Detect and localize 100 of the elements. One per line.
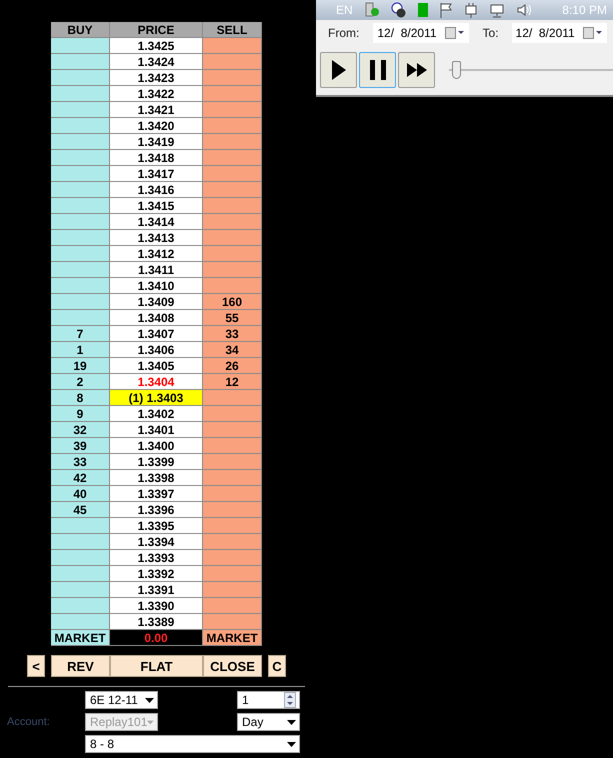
sell-cell[interactable] — [203, 150, 262, 166]
sell-cell[interactable] — [203, 566, 262, 582]
sell-cell[interactable] — [203, 406, 262, 422]
sell-cell[interactable] — [203, 134, 262, 150]
buy-cell[interactable] — [51, 182, 110, 198]
buy-cell[interactable]: 19 — [51, 358, 110, 374]
buy-cell[interactable] — [51, 230, 110, 246]
monitor-icon[interactable] — [488, 2, 505, 18]
sell-cell[interactable] — [203, 470, 262, 486]
sell-cell[interactable] — [203, 38, 262, 54]
sell-cell[interactable]: 33 — [203, 326, 262, 342]
sell-cell[interactable] — [203, 534, 262, 550]
playback-button[interactable] — [320, 52, 357, 88]
buy-cell[interactable] — [51, 166, 110, 182]
sell-cell[interactable] — [203, 262, 262, 278]
sell-cell[interactable] — [203, 598, 262, 614]
buy-cell[interactable]: 39 — [51, 438, 110, 454]
playback-button[interactable] — [398, 52, 435, 88]
from-date-field[interactable]: 12/ 8/2011 — [373, 23, 469, 43]
buy-cell[interactable] — [51, 598, 110, 614]
buy-cell[interactable] — [51, 262, 110, 278]
sell-cell[interactable] — [203, 54, 262, 70]
sell-cell[interactable] — [203, 278, 262, 294]
plug-icon[interactable] — [464, 2, 478, 18]
buy-cell[interactable] — [51, 214, 110, 230]
sell-cell[interactable] — [203, 518, 262, 534]
sell-cell[interactable] — [203, 214, 262, 230]
buy-cell[interactable]: 8 — [51, 390, 110, 406]
sell-cell[interactable]: 12 — [203, 374, 262, 390]
buy-cell[interactable] — [51, 310, 110, 326]
playback-button[interactable] — [359, 52, 396, 88]
buy-cell[interactable]: 32 — [51, 422, 110, 438]
sell-cell[interactable] — [203, 454, 262, 470]
sell-cell[interactable] — [203, 614, 262, 630]
sell-cell[interactable] — [203, 438, 262, 454]
buy-cell[interactable] — [51, 38, 110, 54]
buy-cell[interactable]: 40 — [51, 486, 110, 502]
sell-cell[interactable]: 26 — [203, 358, 262, 374]
speaker-icon[interactable] — [516, 2, 532, 18]
buy-cell[interactable] — [51, 246, 110, 262]
sell-cell[interactable] — [203, 70, 262, 86]
buy-cell[interactable] — [51, 86, 110, 102]
sell-cell[interactable] — [203, 166, 262, 182]
buy-cell[interactable] — [51, 518, 110, 534]
buy-cell[interactable] — [51, 534, 110, 550]
sell-cell[interactable] — [203, 230, 262, 246]
action-button[interactable]: < — [27, 655, 45, 677]
to-date-field[interactable]: 12/ 8/2011 — [512, 23, 607, 43]
buy-cell[interactable]: 42 — [51, 470, 110, 486]
sell-cell[interactable] — [203, 390, 262, 406]
buy-cell[interactable] — [51, 566, 110, 582]
buy-cell[interactable] — [51, 70, 110, 86]
sell-cell[interactable] — [203, 422, 262, 438]
action-button[interactable]: C — [268, 655, 286, 677]
sell-cell[interactable] — [203, 502, 262, 518]
buy-cell[interactable] — [51, 134, 110, 150]
sell-market-button[interactable]: MARKET — [203, 630, 262, 646]
meter-icon[interactable] — [418, 3, 428, 17]
sell-cell[interactable] — [203, 102, 262, 118]
buy-cell[interactable]: 45 — [51, 502, 110, 518]
pnl-value: 0.00 — [110, 630, 203, 646]
action-button[interactable]: REV — [51, 655, 110, 677]
calendar-icon[interactable] — [444, 27, 465, 39]
slider-thumb[interactable] — [452, 61, 462, 79]
action-button[interactable]: CLOSE — [203, 655, 262, 677]
sell-cell[interactable] — [203, 118, 262, 134]
sell-cell[interactable] — [203, 486, 262, 502]
sell-cell[interactable] — [203, 182, 262, 198]
buy-cell[interactable] — [51, 278, 110, 294]
buy-cell[interactable] — [51, 54, 110, 70]
instrument-dropdown[interactable]: 6E 12-11 — [85, 691, 158, 709]
sell-cell[interactable] — [203, 86, 262, 102]
flag-icon[interactable] — [438, 2, 453, 18]
sell-cell[interactable]: 160 — [203, 294, 262, 310]
sell-cell[interactable] — [203, 582, 262, 598]
action-button[interactable]: FLAT — [110, 655, 203, 677]
sell-cell[interactable]: 55 — [203, 310, 262, 326]
sell-cell[interactable] — [203, 550, 262, 566]
buy-market-button[interactable]: MARKET — [51, 630, 110, 646]
buy-cell[interactable]: 9 — [51, 406, 110, 422]
spinner-arrows-icon[interactable] — [284, 692, 296, 708]
buy-cell[interactable]: 1 — [51, 342, 110, 358]
buy-cell[interactable] — [51, 198, 110, 214]
buy-cell[interactable] — [51, 118, 110, 134]
buy-cell[interactable] — [51, 294, 110, 310]
buy-cell[interactable] — [51, 582, 110, 598]
sell-cell[interactable] — [203, 198, 262, 214]
buy-cell[interactable]: 7 — [51, 326, 110, 342]
time-in-force-dropdown[interactable]: Day — [237, 713, 300, 731]
sell-cell[interactable] — [203, 246, 262, 262]
buy-cell[interactable] — [51, 550, 110, 566]
buy-cell[interactable] — [51, 102, 110, 118]
buy-cell[interactable] — [51, 614, 110, 630]
quantity-spinner[interactable]: 1 — [237, 691, 300, 709]
sell-cell[interactable]: 34 — [203, 342, 262, 358]
strategy-dropdown[interactable]: 8 - 8 — [85, 735, 300, 753]
buy-cell[interactable]: 2 — [51, 374, 110, 390]
buy-cell[interactable] — [51, 150, 110, 166]
calendar-icon[interactable] — [582, 27, 603, 39]
buy-cell[interactable]: 33 — [51, 454, 110, 470]
